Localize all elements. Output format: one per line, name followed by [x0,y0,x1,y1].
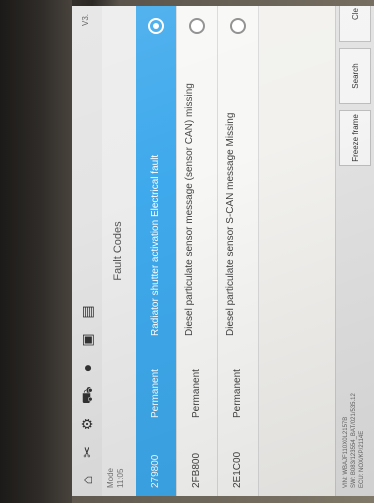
freeze-frame-button[interactable]: Freeze frame [339,110,371,166]
search-button[interactable]: Search [339,48,371,104]
print-icon[interactable]: ▣ [79,332,95,348]
ecu-line: ECU: NOX/KP/2114E [359,430,365,488]
fault-code: 2E1C00 [232,451,243,488]
fault-code-list: 279800 Permanent Radiator shutter activa… [136,6,259,496]
diagnostic-app: ⌂ ✂ ⚙ ⛟ ● ▣ ▤ V3. Mode 11:05 Fault Codes [72,6,374,496]
subheader: Mode 11:05 Fault Codes [102,6,137,496]
fault-code-row[interactable]: 279800 Permanent Radiator shutter activa… [136,6,177,496]
sw-line: SW: B083/123554_BAT/021/535.12 [351,393,357,488]
select-radio[interactable] [230,18,246,34]
settings-icon[interactable]: ⚙ [79,416,95,432]
tablet-screen: ⌂ ✂ ⚙ ⛟ ● ▣ ▤ V3. Mode 11:05 Fault Codes [72,6,374,496]
fault-code-row[interactable]: 2FB800 Permanent Diesel particulate sens… [177,6,218,496]
select-radio[interactable] [189,18,205,34]
fault-code: 279800 [150,454,161,488]
device-bezel [0,0,72,503]
camera-icon[interactable]: ● [79,360,95,376]
fault-code: 2FB800 [191,452,202,488]
version-label: V3. [81,14,90,27]
clear-button[interactable]: Cle [339,6,371,42]
fault-status: Permanent [150,369,161,418]
fault-description: Radiator shutter activation Electrical f… [150,154,161,336]
fault-description: Diesel particulate sensor message (senso… [184,83,195,336]
footer-bar: VIN: WBAJF110X0L2157B SW: B083/123554_BA… [335,6,374,496]
toolbar: ⌂ ✂ ⚙ ⛟ ● ▣ ▤ V3. [72,6,103,496]
fault-description: Diesel particulate sensor S-CAN message … [225,112,236,336]
fault-code-row[interactable]: 2E1C00 Permanent Diesel particulate sens… [218,6,259,496]
select-radio[interactable] [148,18,164,34]
menu-icon[interactable]: ▤ [79,304,95,320]
fault-status: Permanent [191,369,202,418]
vehicle-info: VIN: WBAJF110X0L2157B SW: B083/123554_BA… [342,393,366,488]
page-title: Fault Codes [112,221,124,281]
shop-icon[interactable]: ⛟ [79,386,95,404]
home-icon[interactable]: ⌂ [79,472,95,488]
fault-status: Permanent [232,369,243,418]
photo-background: ⌂ ✂ ⚙ ⛟ ● ▣ ▤ V3. Mode 11:05 Fault Codes [0,0,374,503]
vin-line: VIN: WBAJF110X0L2157B [343,416,349,488]
scissors-icon[interactable]: ✂ [79,444,95,460]
